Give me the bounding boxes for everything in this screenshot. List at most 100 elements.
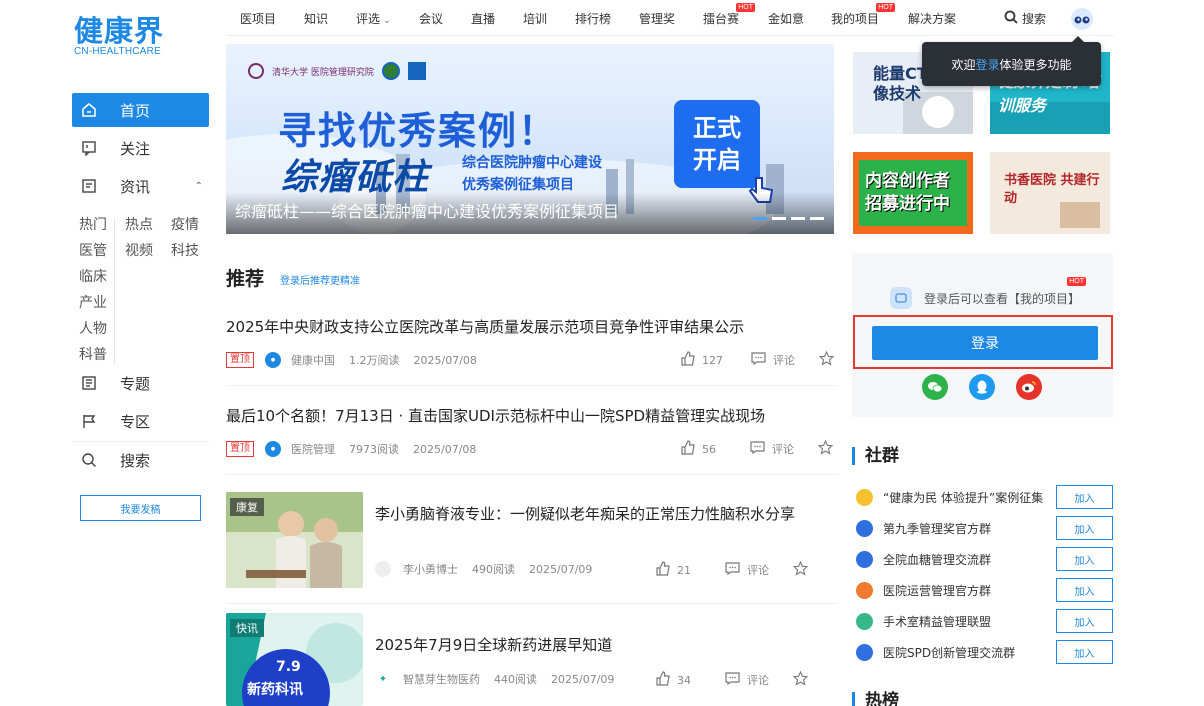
nav-item-solutions[interactable]: 解决方案 <box>908 10 956 27</box>
join-button[interactable]: 加入 <box>1056 640 1113 664</box>
nav-search[interactable]: 搜索 <box>1004 10 1046 27</box>
flag-icon <box>80 412 98 430</box>
article-source[interactable]: 智慧芽生物医药 <box>403 671 480 687</box>
nav-item-awards-select[interactable]: 评选 ⌄ <box>356 10 391 27</box>
nav-item-arena[interactable]: 擂台赛 HOT <box>703 3 756 27</box>
news-sub-science[interactable]: 科普 <box>79 344 107 364</box>
nav-item-training[interactable]: 培训 <box>523 10 547 27</box>
star-icon[interactable] <box>792 560 809 579</box>
comment-label[interactable]: 评论 <box>773 352 795 368</box>
article-source[interactable]: 李小勇博士 <box>403 561 458 577</box>
carousel-dot[interactable] <box>753 217 767 220</box>
like-icon[interactable] <box>680 440 696 458</box>
nav-item-rankings[interactable]: 排行榜 <box>575 10 611 27</box>
banner-caption[interactable]: 综瘤砥柱——综合医院肿瘤中心建设优秀案例征集项目 <box>235 198 619 222</box>
article-actions: 34 评论 <box>655 670 809 689</box>
comment-label[interactable]: 评论 <box>747 672 769 688</box>
join-button[interactable]: 加入 <box>1056 516 1113 540</box>
carousel-dot[interactable] <box>772 217 786 220</box>
article-source[interactable]: 医院管理 <box>291 441 335 457</box>
star-icon[interactable] <box>818 350 835 369</box>
star-icon[interactable] <box>792 670 809 689</box>
sidebar-item-zone[interactable]: 专区 <box>72 404 209 438</box>
group-icon <box>856 488 873 506</box>
comment-label[interactable]: 评论 <box>772 441 794 457</box>
nav-item-live[interactable]: 直播 <box>471 10 495 27</box>
promo-card[interactable]: 内容创作者 招募进行中 <box>853 152 973 234</box>
like-icon[interactable] <box>655 561 671 579</box>
sidebar-item-topics[interactable]: 专题 <box>72 366 209 400</box>
sidebar-item-follow[interactable]: 关注 <box>72 131 209 165</box>
comment-icon[interactable] <box>725 672 740 688</box>
news-sub-clinical[interactable]: 临床 <box>79 266 107 286</box>
comment-icon[interactable] <box>750 441 765 457</box>
login-hint: 登录后可以查看【我的项目】 HOT <box>890 277 1087 309</box>
group-icon <box>856 519 873 537</box>
site-logo[interactable]: 健康界 CN-HEALTHCARE <box>74 14 164 57</box>
join-button[interactable]: 加入 <box>1056 578 1113 602</box>
tooltip-login-link[interactable]: 登录 <box>975 56 999 73</box>
sidebar-item-search-label: 搜索 <box>120 451 151 470</box>
recommend-title: 推荐 <box>226 268 265 290</box>
carousel-dot[interactable] <box>810 217 824 220</box>
user-avatar[interactable] <box>1071 8 1093 30</box>
article-thumbnail[interactable]: 快讯 7.9 新药科讯 <box>226 613 363 706</box>
news-sub-trending[interactable]: 热点 <box>125 214 153 234</box>
article-title[interactable]: 最后10个名额！7月13日 · 直击国家UDI示范标杆中山一院SPD精益管理实战… <box>226 405 765 426</box>
org-emblem-icon <box>381 62 400 80</box>
join-button[interactable]: 加入 <box>1056 609 1113 633</box>
weibo-icon[interactable] <box>1016 374 1042 400</box>
star-icon[interactable] <box>817 439 834 458</box>
comment-label[interactable]: 评论 <box>747 562 769 578</box>
news-sub-hot[interactable]: 热门 <box>79 214 107 234</box>
article-date: 2025/07/08 <box>413 353 477 367</box>
chevron-up-icon[interactable]: ⌃ <box>195 181 203 192</box>
submit-article-button[interactable]: 我要发稿 <box>80 495 201 521</box>
login-button[interactable]: 登录 <box>872 326 1098 360</box>
article-source[interactable]: 健康中国 <box>291 352 335 368</box>
hero-banner[interactable]: 清华大学 医院管理研究院 寻找优秀案例！ 综瘤砥柱 综合医院肿瘤中心建设 优秀案… <box>226 44 834 234</box>
article-title[interactable]: 2025年7月9日全球新药进展早知道 <box>375 634 835 656</box>
news-sub-industry[interactable]: 产业 <box>79 292 107 312</box>
nav-item-knowledge[interactable]: 知识 <box>304 10 328 27</box>
news-sub-hospital-mgmt[interactable]: 医管 <box>79 240 107 260</box>
community-title: 社群 <box>852 447 899 465</box>
source-logo-icon: ✦ <box>378 673 388 685</box>
nav-item-meetings[interactable]: 会议 <box>419 10 443 27</box>
nav-item-my-projects[interactable]: 我的项目 HOT <box>831 3 896 27</box>
sidebar-item-news[interactable]: 资讯 ⌃ <box>72 169 209 203</box>
nav-item-jinruyi[interactable]: 金如意 <box>768 10 804 27</box>
like-icon[interactable] <box>680 351 696 369</box>
article-actions: 127 评论 <box>680 350 835 369</box>
carousel-dot[interactable] <box>791 217 805 220</box>
group-icon <box>856 612 873 630</box>
promo-card[interactable]: 书香医院 共建行动 <box>990 152 1110 234</box>
news-sub-video[interactable]: 视频 <box>125 240 153 260</box>
sidebar-item-home[interactable]: 首页 <box>72 93 209 127</box>
banner-box-line1: 正式 <box>693 114 741 142</box>
like-count: 127 <box>702 353 723 367</box>
sidebar-item-search[interactable]: 搜索 <box>72 443 209 477</box>
news-sub-epidemic[interactable]: 疫情 <box>171 214 199 234</box>
like-count: 56 <box>702 442 716 456</box>
logo-subtext: CN-HEALTHCARE <box>74 46 161 57</box>
join-button[interactable]: 加入 <box>1056 485 1113 509</box>
recommend-login-hint[interactable]: 登录后推荐更精准 <box>280 272 360 287</box>
join-button[interactable]: 加入 <box>1056 547 1113 571</box>
nav-item-management-award[interactable]: 管理奖 <box>639 10 675 27</box>
sidebar-item-news-label: 资讯 <box>120 177 151 196</box>
news-sub-tech[interactable]: 科技 <box>171 240 199 260</box>
promo-text: 书香医院 共建行动 <box>1004 173 1100 206</box>
qq-icon[interactable] <box>969 374 995 400</box>
article-title[interactable]: 李小勇脑脊液专业：一例疑似老年痴呆的正常压力性脑积水分享 <box>375 503 835 525</box>
comment-icon[interactable] <box>725 562 740 578</box>
pinned-badge: 置顶 <box>226 352 254 368</box>
article-title[interactable]: 2025年中央财政支持公立医院改革与高质量发展示范项目竞争性评审结果公示 <box>226 316 744 337</box>
news-sub-people[interactable]: 人物 <box>79 318 107 338</box>
community-group-row: 医院SPD创新管理交流群 加入 <box>856 640 1113 664</box>
like-icon[interactable] <box>655 671 671 689</box>
wechat-icon[interactable] <box>922 374 948 400</box>
comment-icon[interactable] <box>751 352 766 368</box>
article-thumbnail[interactable]: 康复 <box>226 492 363 588</box>
nav-item-projects[interactable]: 医项目 <box>240 10 276 27</box>
